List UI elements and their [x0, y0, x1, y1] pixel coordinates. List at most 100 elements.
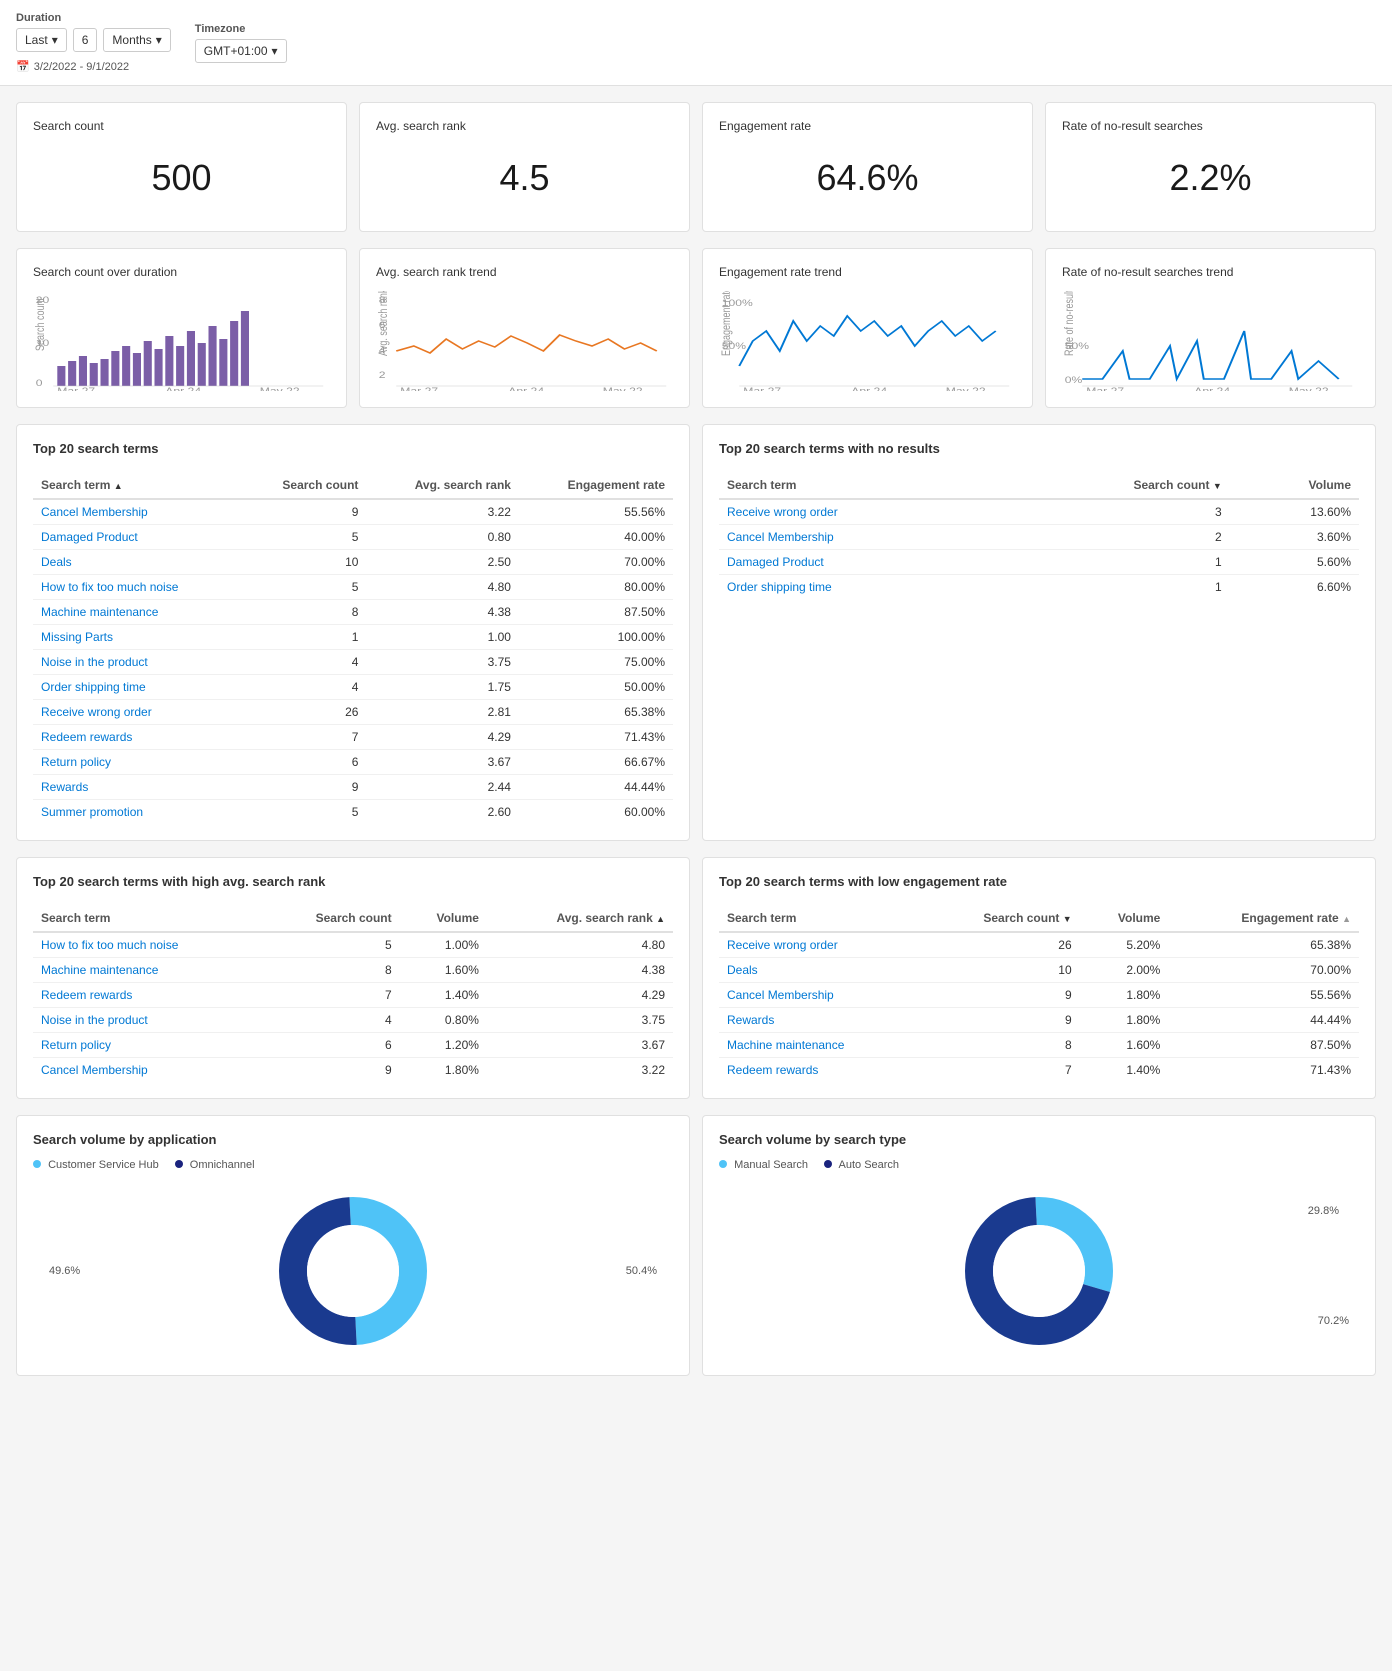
months-select[interactable]: Months ▾ — [103, 28, 170, 52]
table-row: Summer promotion52.6060.00% — [33, 800, 673, 825]
chart-area-1: 8 6 4 2 Mar 27 Apr 24 May 22 Avg. search… — [376, 291, 673, 391]
table-cell: 5.20% — [1080, 932, 1169, 958]
date-range: 📅 3/2/2022 - 9/1/2022 — [16, 60, 171, 73]
th-vol-le[interactable]: Volume — [1080, 905, 1169, 932]
top20-terms-table: Search term ▲ Search count Avg. search r… — [33, 472, 673, 824]
table-cell[interactable]: Redeem rewards — [33, 983, 262, 1008]
metric-title-3: Rate of no-result searches — [1062, 119, 1359, 133]
table-cell[interactable]: Rewards — [33, 775, 241, 800]
table-cell: 44.44% — [1168, 1008, 1359, 1033]
table-cell[interactable]: How to fix too much noise — [33, 932, 262, 958]
table-cell[interactable]: Damaged Product — [719, 550, 999, 575]
table-cell[interactable]: Receive wrong order — [33, 700, 241, 725]
table-cell[interactable]: How to fix too much noise — [33, 575, 241, 600]
line-chart-engagement-svg: 100% 50% Mar 27 Apr 24 May 22 Engagement… — [719, 291, 1016, 391]
table-row: Order shipping time16.60% — [719, 575, 1359, 600]
donut-type-container: 29.8% 70.2% — [719, 1191, 1359, 1351]
metric-value-0: 500 — [33, 141, 330, 215]
table-cell: 9 — [241, 499, 366, 525]
tables-row-1: Top 20 search terms Search term ▲ Search… — [16, 424, 1376, 841]
table-cell[interactable]: Noise in the product — [33, 650, 241, 675]
th-sc-le[interactable]: Search count ▼ — [921, 905, 1079, 932]
metric-title-2: Engagement rate — [719, 119, 1016, 133]
table-cell[interactable]: Cancel Membership — [719, 983, 921, 1008]
duration-value-select[interactable]: 6 — [73, 28, 98, 52]
table-row: Cancel Membership23.60% — [719, 525, 1359, 550]
low-engagement-scroll[interactable]: Search term Search count ▼ Volume Engage… — [719, 905, 1359, 1082]
table-cell[interactable]: Summer promotion — [33, 800, 241, 825]
th-st-le[interactable]: Search term — [719, 905, 921, 932]
table-cell: 2.50 — [366, 550, 519, 575]
table-cell[interactable]: Cancel Membership — [33, 499, 241, 525]
table-cell[interactable]: Return policy — [33, 750, 241, 775]
table-cell[interactable]: Redeem rewards — [33, 725, 241, 750]
svg-text:Mar 27: Mar 27 — [400, 386, 438, 391]
th-search-term-nr[interactable]: Search term — [719, 472, 999, 499]
th-volume-nr[interactable]: Volume — [1230, 472, 1359, 499]
table-cell[interactable]: Receive wrong order — [719, 499, 999, 525]
table-cell: 3.75 — [366, 650, 519, 675]
table-cell[interactable]: Order shipping time — [719, 575, 999, 600]
top20-high-rank-card: Top 20 search terms with high avg. searc… — [16, 857, 690, 1099]
table-cell[interactable]: Machine maintenance — [33, 600, 241, 625]
metric-search-count: Search count 500 — [16, 102, 347, 232]
th-search-count[interactable]: Search count — [241, 472, 366, 499]
table-cell[interactable]: Deals — [33, 550, 241, 575]
table-cell: 75.00% — [519, 650, 673, 675]
svg-text:May 22: May 22 — [1289, 386, 1329, 391]
donuts-row: Search volume by application Customer Se… — [16, 1115, 1376, 1376]
th-er-le[interactable]: Engagement rate ▲ — [1168, 905, 1359, 932]
table-cell[interactable]: Missing Parts — [33, 625, 241, 650]
table-cell: 1.40% — [1080, 1058, 1169, 1083]
table-cell[interactable]: Rewards — [719, 1008, 921, 1033]
metric-engagement-rate: Engagement rate 64.6% — [702, 102, 1033, 232]
metric-value-1: 4.5 — [376, 141, 673, 215]
table-cell: 9 — [921, 1008, 1079, 1033]
table-cell[interactable]: Machine maintenance — [33, 958, 262, 983]
svg-text:Search count: Search count — [34, 298, 48, 351]
th-avg-rank[interactable]: Avg. search rank — [366, 472, 519, 499]
table-cell[interactable]: Machine maintenance — [719, 1033, 921, 1058]
table-row: Machine maintenance81.60%4.38 — [33, 958, 673, 983]
th-st-hr[interactable]: Search term — [33, 905, 262, 932]
th-search-count-nr[interactable]: Search count ▼ — [999, 472, 1230, 499]
top-bar: Duration Last ▾ 6 Months ▾ 📅 3/2/2022 - … — [0, 0, 1392, 86]
table-cell[interactable]: Deals — [719, 958, 921, 983]
table-cell[interactable]: Order shipping time — [33, 675, 241, 700]
svg-text:Apr 24: Apr 24 — [851, 386, 887, 391]
legend-type-item-1: Auto Search — [824, 1159, 899, 1171]
table-cell: 4 — [262, 1008, 399, 1033]
high-rank-scroll[interactable]: Search term Search count Volume Avg. sea… — [33, 905, 673, 1082]
chevron-down-icon: ▾ — [272, 44, 278, 58]
table-cell: 3 — [999, 499, 1230, 525]
svg-text:May 22: May 22 — [946, 386, 986, 391]
th-vol-hr[interactable]: Volume — [400, 905, 487, 932]
th-search-term[interactable]: Search term ▲ — [33, 472, 241, 499]
th-sc-hr[interactable]: Search count — [262, 905, 399, 932]
dashboard: Search count 500 Avg. search rank 4.5 En… — [0, 86, 1392, 1392]
table-cell: 100.00% — [519, 625, 673, 650]
timezone-select[interactable]: GMT+01:00 ▾ — [195, 39, 287, 63]
table-cell[interactable]: Redeem rewards — [719, 1058, 921, 1083]
bar-chart-svg: 20 10 0 — [33, 291, 330, 391]
table-cell: 5 — [241, 800, 366, 825]
th-engagement-rate[interactable]: Engagement rate — [519, 472, 673, 499]
top20-terms-title: Top 20 search terms — [33, 441, 673, 456]
table-cell: 71.43% — [1168, 1058, 1359, 1083]
table-cell: 9 — [241, 775, 366, 800]
table-row: Damaged Product50.8040.00% — [33, 525, 673, 550]
table-cell[interactable]: Noise in the product — [33, 1008, 262, 1033]
table-cell: 2.60 — [366, 800, 519, 825]
table-cell: 0.80 — [366, 525, 519, 550]
table-row: Missing Parts11.00100.00% — [33, 625, 673, 650]
table-row: Machine maintenance81.60%87.50% — [719, 1033, 1359, 1058]
th-asr-hr[interactable]: Avg. search rank ▲ — [487, 905, 673, 932]
table-cell[interactable]: Return policy — [33, 1033, 262, 1058]
last-select[interactable]: Last ▾ — [16, 28, 67, 52]
table-cell[interactable]: Cancel Membership — [33, 1058, 262, 1083]
table-cell[interactable]: Damaged Product — [33, 525, 241, 550]
table-cell[interactable]: Cancel Membership — [719, 525, 999, 550]
table-cell[interactable]: Receive wrong order — [719, 932, 921, 958]
table-cell: 1 — [241, 625, 366, 650]
line-chart-avg-rank-svg: 8 6 4 2 Mar 27 Apr 24 May 22 Avg. search… — [376, 291, 673, 391]
